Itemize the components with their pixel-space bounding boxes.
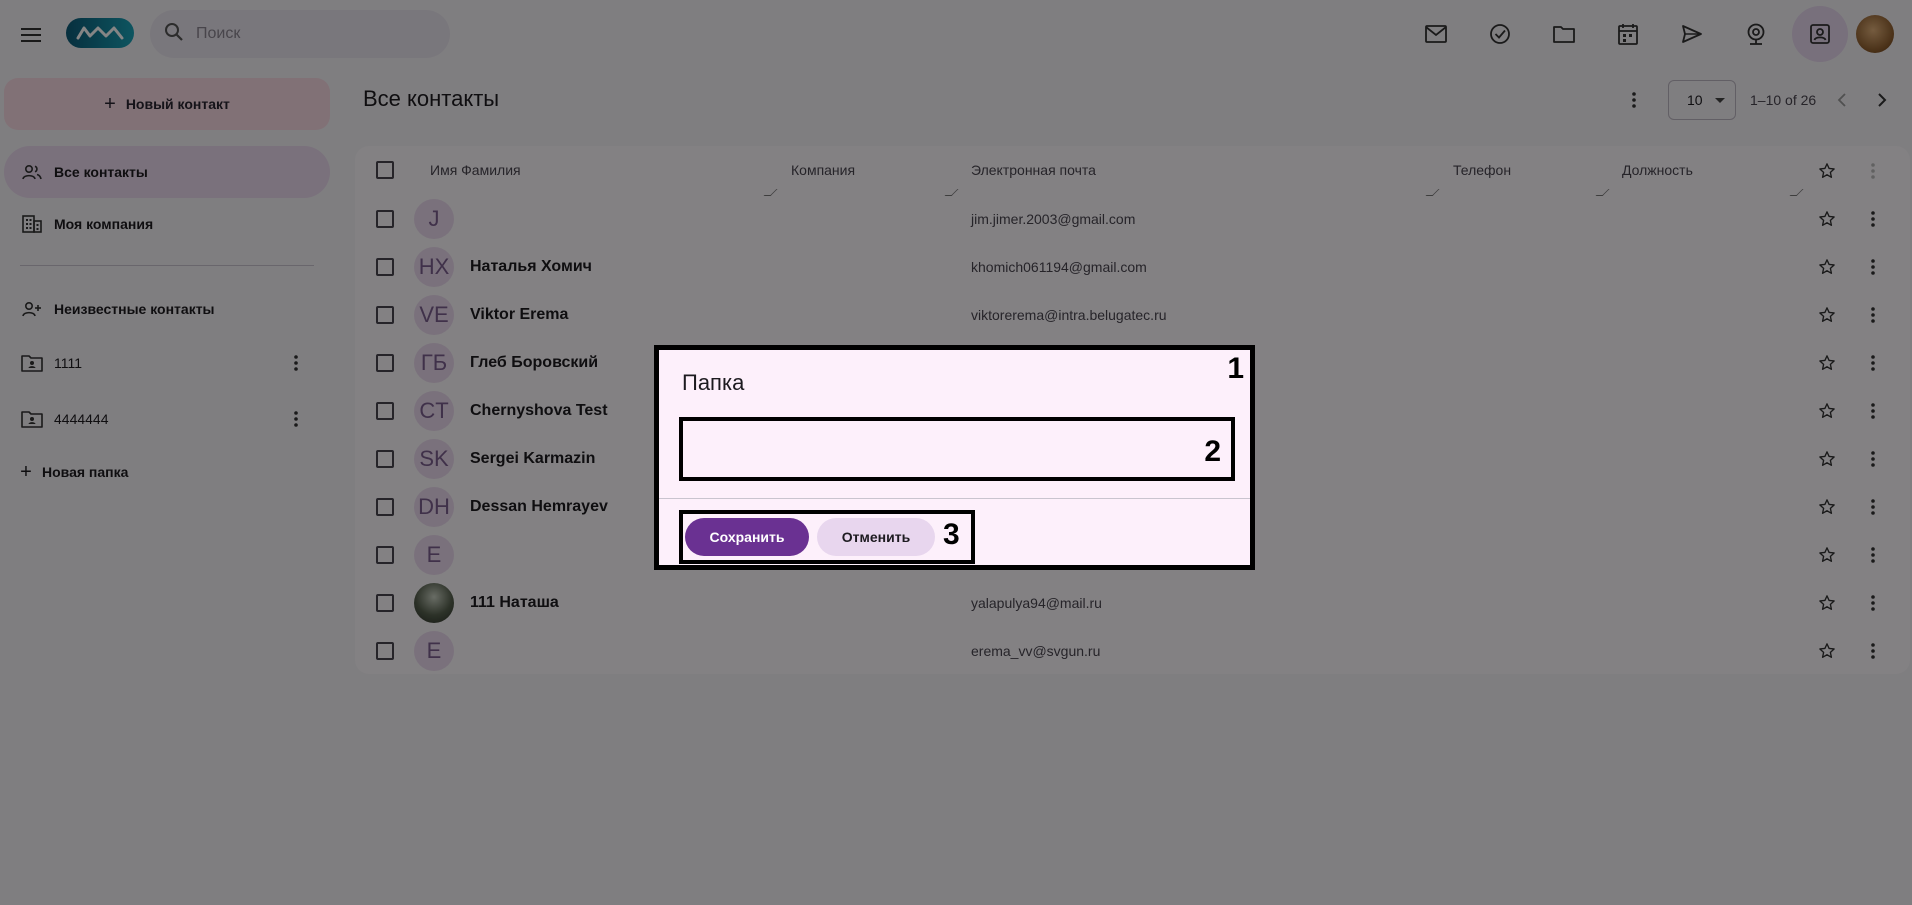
folder-name-field[interactable]: 2 (679, 417, 1235, 481)
annotation-marker-2: 2 (1204, 435, 1221, 468)
cancel-button[interactable]: Отменить (817, 518, 935, 556)
dialog-actions: Сохранить Отменить 3 (679, 510, 975, 564)
folder-name-input[interactable] (683, 421, 1231, 477)
annotation-marker-1: 1 (1227, 352, 1244, 385)
annotation-marker-3: 3 (943, 518, 960, 551)
dialog-divider (659, 498, 1250, 499)
dialog-title: Папка (682, 370, 745, 395)
folder-dialog: Папка 1 2 Сохранить Отменить 3 (654, 345, 1255, 570)
save-button[interactable]: Сохранить (685, 518, 809, 556)
